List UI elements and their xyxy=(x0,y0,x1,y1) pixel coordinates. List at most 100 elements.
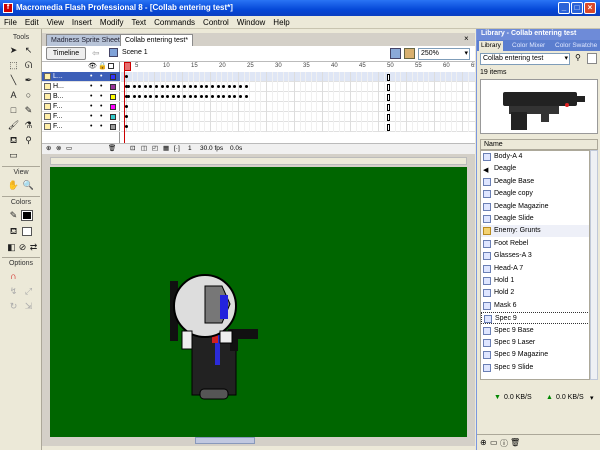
keyframe[interactable] xyxy=(244,95,248,98)
scale-icon[interactable]: ⇲ xyxy=(22,300,35,313)
hand-tool-icon[interactable]: ✋ xyxy=(7,179,20,192)
layer-row[interactable]: F... • • xyxy=(42,122,120,132)
keyframe[interactable] xyxy=(143,95,147,98)
stage-canvas[interactable] xyxy=(50,167,467,437)
visibility-dot[interactable]: • xyxy=(90,92,92,101)
delete-layer-icon[interactable]: 🗑 xyxy=(108,144,116,154)
outline-icon[interactable] xyxy=(108,63,114,69)
keyframe[interactable] xyxy=(183,85,186,88)
layer-row[interactable]: H... • • xyxy=(42,82,120,92)
library-header[interactable]: Library - Collab entering test xyxy=(477,29,600,40)
rectangle-tool-icon[interactable]: □ xyxy=(7,104,20,117)
library-item[interactable]: Glasses-A 3 xyxy=(481,250,589,262)
new-library-panel-icon[interactable] xyxy=(587,53,597,64)
maximize-button[interactable]: □ xyxy=(571,2,583,14)
eye-icon[interactable]: 👁 xyxy=(88,62,97,70)
keyframe[interactable] xyxy=(244,85,248,88)
library-item[interactable]: Hold 2 xyxy=(481,287,589,299)
outline-swatch[interactable] xyxy=(110,104,116,110)
library-scrollbar[interactable] xyxy=(590,150,598,380)
stroke-color-icon[interactable]: ✎ xyxy=(7,209,20,222)
horizontal-scroll-thumb[interactable] xyxy=(195,437,255,444)
tab-collab-entering-test[interactable]: Collab entering test* xyxy=(120,34,194,46)
library-item[interactable]: Body-A 4 xyxy=(481,151,589,163)
library-item[interactable]: Spec 9 Base xyxy=(481,325,589,337)
visibility-dot[interactable]: • xyxy=(90,102,92,111)
close-button[interactable]: × xyxy=(584,2,596,14)
end-frame[interactable] xyxy=(387,114,390,121)
edit-scene-icon[interactable] xyxy=(390,48,401,59)
keyframe[interactable] xyxy=(125,95,128,98)
end-frame[interactable] xyxy=(387,94,390,101)
keyframe[interactable] xyxy=(125,125,128,128)
library-item[interactable]: Foot Rebel xyxy=(481,238,589,250)
library-item[interactable]: Deagle copy xyxy=(481,188,589,200)
line-tool-icon[interactable]: ╲ xyxy=(7,74,20,87)
oval-tool-icon[interactable]: ○ xyxy=(22,89,35,102)
library-item[interactable]: Spec 9 Magazine xyxy=(481,349,589,361)
minimize-button[interactable]: _ xyxy=(558,2,570,14)
stroke-color-swatch[interactable] xyxy=(21,210,33,221)
ink-bottle-tool-icon[interactable]: ⚗ xyxy=(22,119,35,132)
tab-library[interactable]: Library xyxy=(479,41,503,51)
text-tool-icon[interactable]: A xyxy=(7,89,20,102)
back-arrow-icon[interactable]: ⇦ xyxy=(92,48,100,59)
menu-edit[interactable]: Edit xyxy=(21,16,43,28)
keyframe[interactable] xyxy=(239,95,242,98)
end-frame[interactable] xyxy=(387,124,390,131)
lock-dot[interactable]: • xyxy=(100,122,102,131)
lock-dot[interactable]: • xyxy=(100,72,102,81)
tab-madness-sprite-sheet[interactable]: Madness Sprite Sheet* xyxy=(46,34,128,46)
library-item[interactable]: Spec 9 Laser xyxy=(481,337,589,349)
new-folder-icon[interactable]: ▭ xyxy=(490,438,498,447)
lock-dot[interactable]: • xyxy=(100,82,102,91)
keyframe[interactable] xyxy=(171,85,175,88)
keyframe[interactable] xyxy=(188,95,192,98)
keyframe[interactable] xyxy=(125,105,128,108)
library-item[interactable]: Deagle Magazine xyxy=(481,201,589,213)
layer-row[interactable]: B... • • xyxy=(42,92,120,102)
playhead-marker[interactable] xyxy=(124,62,131,71)
fill-color-icon[interactable]: ⛾ xyxy=(7,225,20,238)
end-frame[interactable] xyxy=(387,84,390,91)
keyframe[interactable] xyxy=(155,85,158,88)
lock-icon[interactable]: 🔒 xyxy=(98,62,107,70)
brush-tool-icon[interactable]: 🖌 xyxy=(7,119,20,132)
fill-color-swatch[interactable] xyxy=(22,227,32,236)
lock-dot[interactable]: • xyxy=(100,102,102,111)
outline-swatch[interactable] xyxy=(110,124,116,130)
tab-color-mixer[interactable]: Color Mixer xyxy=(510,41,547,51)
layer-row[interactable]: L... • • xyxy=(42,72,120,82)
add-folder-icon[interactable]: ▭ xyxy=(66,144,72,154)
library-item[interactable]: Enemy: Grunts xyxy=(481,225,589,238)
onion-skin-icon[interactable]: ◫ xyxy=(141,144,147,154)
menu-commands[interactable]: Commands xyxy=(150,16,199,28)
properties-icon[interactable]: ⓘ xyxy=(500,438,508,449)
delete-item-icon[interactable]: 🗑 xyxy=(510,438,520,447)
keyframe[interactable] xyxy=(227,85,231,88)
keyframe[interactable] xyxy=(160,85,164,88)
name-column-header[interactable]: Name xyxy=(480,139,598,150)
keyframe[interactable] xyxy=(132,95,136,98)
keyframe[interactable] xyxy=(216,95,220,98)
new-symbol-icon[interactable]: ⊕ xyxy=(480,438,487,447)
zoom-select[interactable]: 250% ▾ xyxy=(418,48,470,60)
end-frame[interactable] xyxy=(387,74,390,81)
layer-row[interactable]: F... • • xyxy=(42,102,120,112)
library-item[interactable]: Mask 6 xyxy=(481,300,589,312)
free-transform-tool-icon[interactable]: ⬚ xyxy=(7,59,20,72)
add-guide-icon[interactable]: ⊗ xyxy=(56,144,61,154)
keyframe[interactable] xyxy=(199,85,203,88)
pin-icon[interactable]: ⚲ xyxy=(575,53,581,62)
close-document-icon[interactable]: × xyxy=(464,34,469,43)
library-item[interactable]: Head-A 7 xyxy=(481,263,589,275)
frame-grid[interactable]: 51015202530354045505560657075 xyxy=(121,62,475,154)
library-item[interactable]: Hold 1 xyxy=(481,275,589,287)
outline-swatch[interactable] xyxy=(110,74,116,80)
madness-character-sprite[interactable] xyxy=(160,271,270,401)
onion-markers-icon[interactable]: [·] xyxy=(174,144,180,154)
menu-modify[interactable]: Modify xyxy=(96,16,128,28)
keyframe[interactable] xyxy=(199,95,203,98)
menu-text[interactable]: Text xyxy=(127,16,150,28)
library-item[interactable]: Deagle Base xyxy=(481,176,589,188)
